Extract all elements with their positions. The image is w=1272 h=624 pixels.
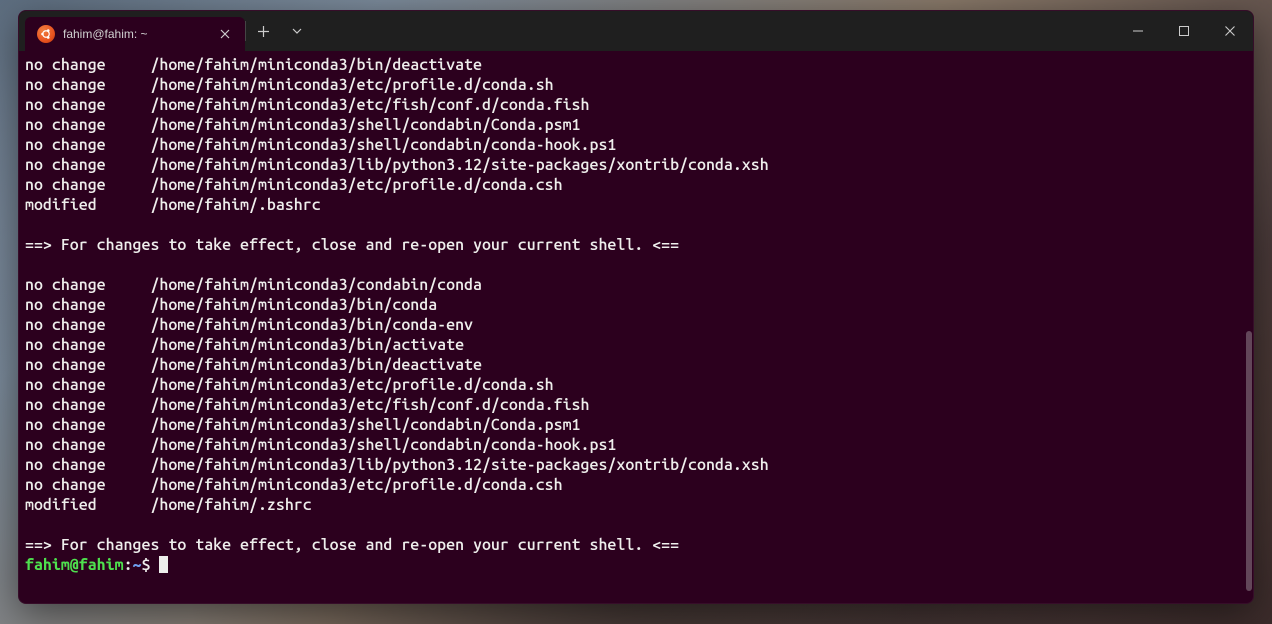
window-controls [1115, 11, 1253, 51]
minimize-button[interactable] [1115, 11, 1161, 51]
prompt-colon: : [124, 556, 133, 574]
tab-dropdown-button[interactable] [280, 11, 314, 51]
prompt-user-host: fahim@fahim [25, 556, 124, 574]
maximize-button[interactable] [1161, 11, 1207, 51]
close-tab-button[interactable] [217, 26, 233, 42]
titlebar: fahim@fahim: ~ [19, 11, 1253, 51]
cursor [159, 556, 168, 573]
prompt-line: fahim@fahim:~$ [25, 555, 1247, 575]
window-close-button[interactable] [1207, 11, 1253, 51]
terminal-body[interactable]: no change /home/fahim/miniconda3/bin/dea… [19, 51, 1253, 603]
terminal-window: fahim@fahim: ~ no change /home/fah [18, 10, 1254, 604]
tab-active[interactable]: fahim@fahim: ~ [25, 17, 245, 51]
terminal-output: no change /home/fahim/miniconda3/bin/dea… [25, 55, 1247, 555]
tab-title: fahim@fahim: ~ [63, 27, 209, 41]
prompt-dollar: $ [142, 556, 160, 574]
scrollbar-thumb[interactable] [1246, 331, 1252, 591]
prompt-path: ~ [133, 556, 142, 574]
titlebar-drag-area[interactable] [314, 11, 1115, 51]
ubuntu-logo-icon [37, 25, 55, 43]
new-tab-button[interactable] [246, 11, 280, 51]
